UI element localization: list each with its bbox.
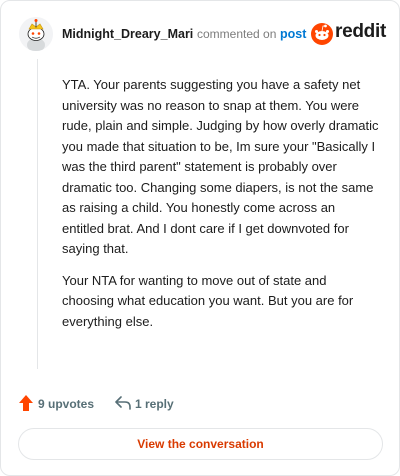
comment-author[interactable]: Midnight_Dreary_Mari bbox=[62, 27, 193, 41]
snoo-avatar-icon bbox=[19, 17, 53, 51]
comment-header: Midnight_Dreary_Mari commented on post r… bbox=[19, 17, 386, 53]
comment-action-text: commented on bbox=[197, 27, 277, 41]
view-conversation-button[interactable]: View the conversation bbox=[18, 428, 383, 460]
comment-card: Midnight_Dreary_Mari commented on post r… bbox=[0, 0, 400, 476]
comment-body: YTA. Your parents suggesting you have a … bbox=[62, 75, 380, 343]
upvote-arrow-icon[interactable] bbox=[19, 395, 33, 411]
post-link[interactable]: post bbox=[280, 27, 306, 41]
thread-line bbox=[37, 59, 38, 369]
upvote-count[interactable]: 9 upvotes bbox=[38, 397, 94, 411]
reply-arrow-icon[interactable] bbox=[115, 396, 131, 410]
comment-paragraph: Your NTA for wanting to move out of stat… bbox=[62, 272, 354, 329]
comment-actions: 9 upvotes 1 reply bbox=[19, 393, 385, 415]
comment-paragraph: YTA. Your parents suggesting you have a … bbox=[62, 77, 379, 256]
reddit-wordmark: reddit bbox=[335, 21, 386, 42]
avatar[interactable] bbox=[19, 17, 53, 51]
reply-count[interactable]: 1 reply bbox=[135, 397, 174, 411]
